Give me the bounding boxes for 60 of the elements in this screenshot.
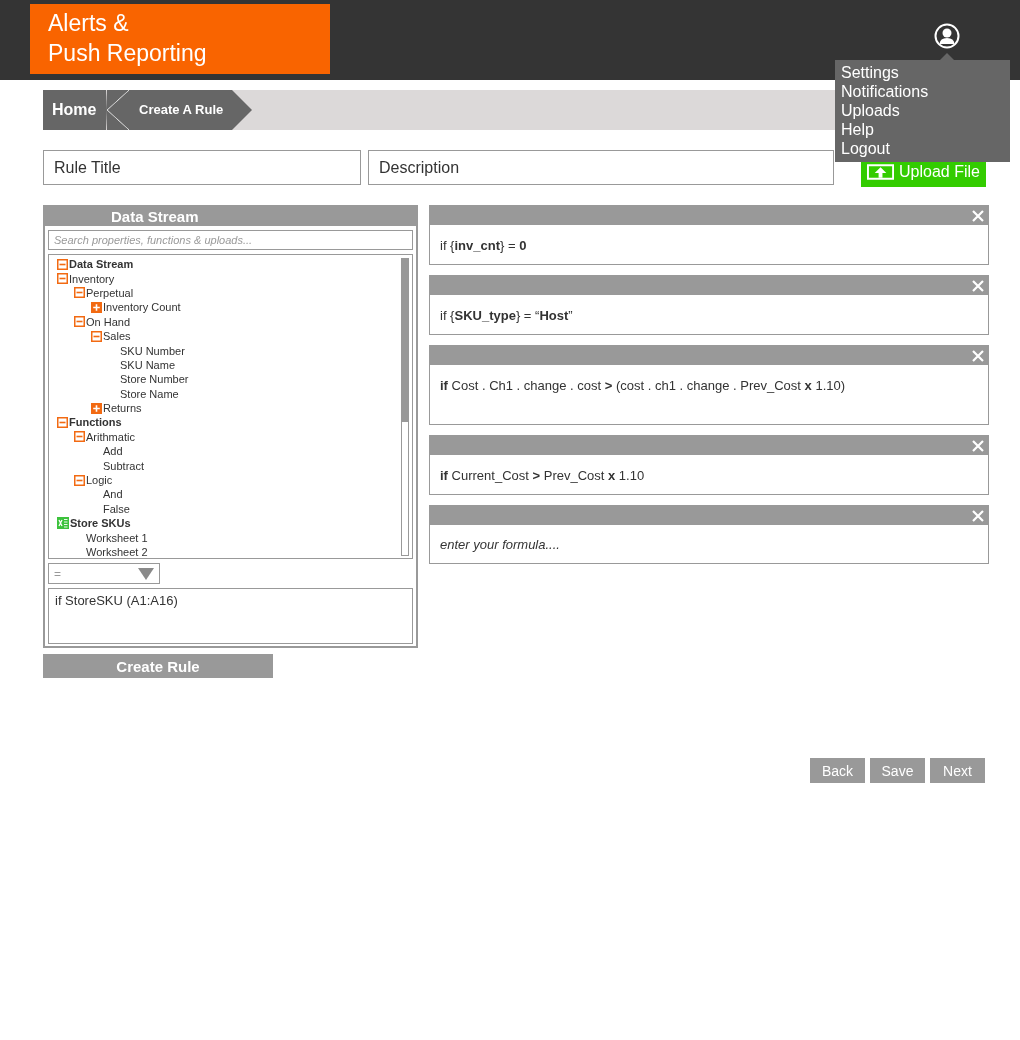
formula-text: if Current_Cost > Prev_Cost x 1.10 [440,468,645,483]
collapse-icon[interactable] [74,431,85,443]
tree-item[interactable]: Worksheet 2 [86,546,148,558]
user-icon[interactable] [934,23,960,49]
close-icon[interactable] [972,279,984,292]
tree-item[interactable]: Store Number [120,373,189,386]
menu-item[interactable]: Uploads [841,101,1004,120]
dropdown-arrow-icon [138,567,154,580]
breadcrumb-item[interactable]: Create A Rule [107,90,252,130]
menu-item[interactable]: Settings [841,63,1004,82]
collapse-icon[interactable] [57,258,68,270]
collapse-icon[interactable] [74,474,85,486]
panel-title: Data Stream [45,207,416,226]
collapse-icon[interactable] [91,330,102,342]
collapse-icon[interactable] [57,417,68,428]
tree-item[interactable]: Inventory Count [103,301,181,314]
tree-item[interactable]: Add [103,445,123,458]
menu-item[interactable]: Logout [841,139,1004,158]
formula-input-card[interactable]: enter your formula.... [429,505,989,564]
upload-icon [867,164,895,180]
tree-item[interactable]: SKU Name [120,358,176,371]
rule-title-field[interactable]: Rule Title [43,150,361,185]
tree-item[interactable]: And [103,488,123,501]
formula-text: if {SKU_type} = “Host” [440,308,573,323]
breadcrumb-item[interactable]: Home [43,90,107,130]
expression-field[interactable]: if StoreSKU (A1:A16) [48,588,413,644]
tree-item[interactable]: False [103,502,130,515]
logo-text: Alerts & [48,9,130,38]
tree-item[interactable]: Functions [69,416,122,429]
tree-item[interactable]: Data Stream [69,258,134,271]
tree-item[interactable]: On Hand [86,315,131,328]
close-icon[interactable] [972,349,984,362]
description-field[interactable]: Description [368,150,834,185]
tree-item[interactable]: Worksheet 1 [86,531,148,544]
tree-item[interactable]: Arithmatic [86,430,135,443]
tree-item[interactable]: Store Name [120,387,179,400]
formula-text: if {inv_cnt} = 0 [440,238,527,253]
menu-item[interactable]: Help [841,120,1004,139]
tree-item[interactable]: Sales [103,330,131,343]
tree-item[interactable]: Inventory [69,272,115,285]
tree-item[interactable]: Returns [103,402,142,415]
expand-icon[interactable] [91,301,102,313]
logo-text: Push Reporting [48,39,208,68]
close-icon[interactable] [972,509,984,522]
scrollbar[interactable] [401,258,409,556]
tree-item[interactable]: SKU Number [120,344,185,357]
collapse-icon[interactable] [74,316,85,328]
tree-item[interactable]: Logic [86,474,113,487]
tree-item[interactable]: Store SKUs [70,517,131,530]
formula-text: if Cost . Ch1 . change . cost > (cost . ch1 . change . Prev_Cost x 1.10) [440,378,846,393]
tree-item[interactable]: Subtract [103,459,144,472]
search-field[interactable]: Search properties, functions & uploads... [48,230,413,250]
close-icon[interactable] [972,209,984,222]
collapse-icon[interactable] [57,273,68,285]
tree-item[interactable]: Perpetual [86,286,134,299]
collapse-icon[interactable] [74,287,85,299]
expand-icon[interactable] [91,402,102,414]
close-icon[interactable] [972,439,984,452]
spreadsheet-icon [57,517,69,530]
menu-item[interactable]: Notifications [841,82,1004,101]
